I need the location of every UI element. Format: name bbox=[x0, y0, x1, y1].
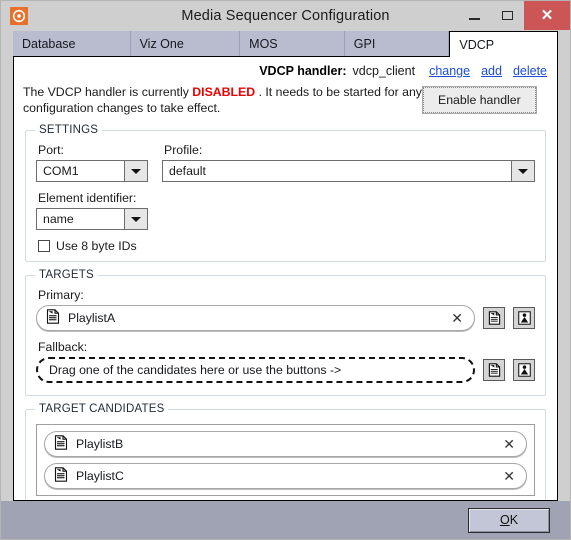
port-value: COM1 bbox=[37, 161, 124, 181]
settings-legend: SETTINGS bbox=[35, 124, 103, 136]
remove-candidate-icon[interactable]: ✕ bbox=[500, 437, 518, 451]
fallback-target-label: Fallback: bbox=[38, 340, 88, 354]
title-bar: Media Sequencer Configuration ✕ bbox=[1, 1, 570, 30]
add-playlist-icon[interactable] bbox=[483, 307, 505, 329]
add-scene-icon[interactable] bbox=[513, 359, 535, 381]
playlist-document-icon bbox=[54, 467, 68, 485]
ok-button[interactable]: OK bbox=[468, 507, 550, 533]
handler-status-text: The VDCP handler is currently DISABLED .… bbox=[23, 84, 423, 116]
status-prefix: The VDCP handler is currently bbox=[23, 85, 189, 99]
profile-value: default bbox=[163, 161, 511, 181]
primary-target-row: PlaylistA ✕ bbox=[36, 305, 535, 331]
tab-label: MOS bbox=[249, 36, 278, 51]
profile-select[interactable]: default bbox=[162, 160, 535, 182]
element-identifier-value: name bbox=[37, 209, 124, 229]
settings-grid: Port: COM1 Profile: default bbox=[36, 143, 535, 182]
chevron-down-icon[interactable] bbox=[124, 161, 147, 181]
fallback-target-placeholder: Drag one of the candidates here or use t… bbox=[49, 363, 342, 377]
maximize-button[interactable] bbox=[491, 1, 524, 30]
tab-gpi[interactable]: GPI bbox=[344, 31, 450, 56]
target-candidates-list: PlaylistB ✕ PlaylistC ✕ bbox=[36, 424, 535, 496]
window-controls: ✕ bbox=[458, 1, 570, 30]
playlist-document-icon bbox=[54, 435, 68, 453]
app-icon bbox=[10, 6, 28, 25]
profile-field-block: Profile: default bbox=[162, 143, 535, 182]
tab-bar: Database Viz One MOS GPI VDCP bbox=[1, 30, 570, 57]
close-button[interactable]: ✕ bbox=[524, 1, 570, 30]
list-item-label: PlaylistB bbox=[76, 437, 124, 451]
use-8-byte-ids-row[interactable]: Use 8 byte IDs bbox=[38, 239, 535, 253]
primary-target-label: Primary: bbox=[38, 288, 84, 302]
element-identifier-label: Element identifier: bbox=[38, 191, 137, 205]
tab-label: Database bbox=[22, 36, 76, 51]
profile-label: Profile: bbox=[164, 143, 203, 157]
handler-links: change add delete bbox=[429, 64, 547, 78]
primary-target-pill[interactable]: PlaylistA ✕ bbox=[36, 305, 475, 331]
fallback-target-row: Drag one of the candidates here or use t… bbox=[36, 357, 535, 383]
targets-group: TARGETS Primary: PlaylistA ✕ Fallback: D… bbox=[25, 269, 546, 396]
delete-handler-link[interactable]: delete bbox=[513, 64, 547, 78]
add-scene-icon[interactable] bbox=[513, 307, 535, 329]
element-identifier-block: Element identifier: name bbox=[36, 191, 535, 230]
ok-button-accel: O bbox=[499, 513, 510, 527]
settings-group: SETTINGS Port: COM1 Profile: default Ele… bbox=[25, 124, 546, 262]
handler-value: vdcp_client bbox=[352, 64, 416, 78]
enable-handler-button[interactable]: Enable handler bbox=[422, 86, 537, 114]
tab-vdcp[interactable]: VDCP bbox=[449, 31, 558, 57]
list-item[interactable]: PlaylistC ✕ bbox=[44, 463, 527, 489]
fallback-target-dropzone[interactable]: Drag one of the candidates here or use t… bbox=[36, 357, 475, 383]
handler-status-row: The VDCP handler is currently DISABLED .… bbox=[14, 78, 557, 116]
ok-button-rest: K bbox=[509, 513, 519, 527]
chevron-down-icon[interactable] bbox=[511, 161, 534, 181]
tab-database[interactable]: Database bbox=[13, 31, 131, 56]
playlist-document-icon bbox=[46, 309, 60, 327]
use-8-byte-ids-label: Use 8 byte IDs bbox=[56, 239, 137, 253]
clear-primary-target-icon[interactable]: ✕ bbox=[448, 311, 466, 325]
list-item[interactable]: PlaylistB ✕ bbox=[44, 431, 527, 457]
add-handler-link[interactable]: add bbox=[481, 64, 502, 78]
application-window: Media Sequencer Configuration ✕ Database… bbox=[0, 0, 571, 540]
tab-mos[interactable]: MOS bbox=[240, 31, 345, 56]
status-badge: DISABLED bbox=[192, 85, 256, 99]
minimize-icon bbox=[469, 17, 480, 20]
minimize-button[interactable] bbox=[458, 1, 491, 30]
vdcp-panel: VDCP handler: vdcp_client change add del… bbox=[13, 56, 558, 501]
port-label: Port: bbox=[38, 143, 64, 157]
tab-label: Viz One bbox=[139, 36, 184, 51]
maximize-icon bbox=[502, 11, 513, 20]
dialog-footer: OK bbox=[1, 501, 570, 539]
list-item-label: PlaylistC bbox=[76, 469, 124, 483]
add-playlist-icon[interactable] bbox=[483, 359, 505, 381]
chevron-down-icon[interactable] bbox=[124, 209, 147, 229]
tab-label: GPI bbox=[353, 36, 376, 51]
tab-label: VDCP bbox=[459, 37, 495, 52]
change-handler-link[interactable]: change bbox=[429, 64, 470, 78]
tab-viz-one[interactable]: Viz One bbox=[130, 31, 241, 56]
target-candidates-legend: TARGET CANDIDATES bbox=[35, 403, 169, 415]
close-icon: ✕ bbox=[540, 7, 554, 24]
element-identifier-select[interactable]: name bbox=[36, 208, 148, 230]
primary-target-value: PlaylistA bbox=[68, 311, 116, 325]
remove-candidate-icon[interactable]: ✕ bbox=[500, 469, 518, 483]
port-select[interactable]: COM1 bbox=[36, 160, 148, 182]
targets-legend: TARGETS bbox=[35, 269, 98, 281]
target-candidates-group: TARGET CANDIDATES PlaylistB ✕ PlaylistC … bbox=[25, 403, 546, 500]
port-field-block: Port: COM1 bbox=[36, 143, 148, 182]
handler-label: VDCP handler: bbox=[259, 64, 347, 78]
use-8-byte-ids-checkbox[interactable] bbox=[38, 240, 50, 252]
handler-row: VDCP handler: vdcp_client change add del… bbox=[14, 57, 557, 78]
